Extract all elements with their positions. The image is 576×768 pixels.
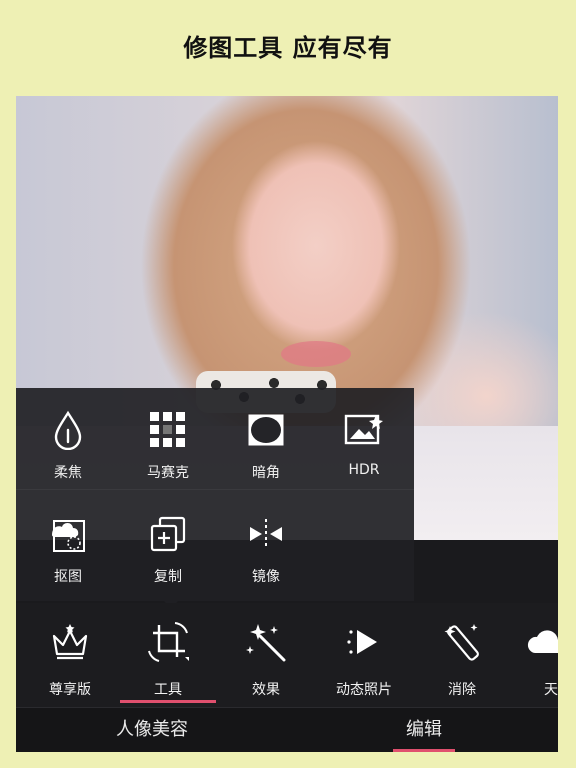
toolbar-item-tools[interactable]: 工具 <box>118 603 218 707</box>
tool-label: 镜像 <box>252 569 280 585</box>
tool-mirror[interactable]: 镜像 <box>216 492 316 592</box>
duplicate-icon <box>148 514 188 554</box>
toolbar-label: 动态照片 <box>336 682 392 698</box>
selected-indicator <box>120 700 216 703</box>
tool-label: 抠图 <box>54 569 82 585</box>
toolbar-item-premium[interactable]: 尊享版 <box>20 603 120 707</box>
toolbar-label: 消除 <box>448 682 476 698</box>
tab-edit[interactable]: 编辑 <box>324 708 524 752</box>
tool-label: HDR <box>348 462 380 478</box>
tool-duplicate[interactable]: 复制 <box>118 492 218 592</box>
tool-mosaic[interactable]: 马赛克 <box>118 388 218 488</box>
mosaic-icon <box>148 410 188 450</box>
toolbar-label: 尊享版 <box>49 682 91 698</box>
cloud-icon <box>524 619 558 665</box>
tool-label: 柔焦 <box>54 465 82 481</box>
app-screen: 柔焦 马赛克 暗角 HDR 抠图 复制 镜像 尊享版 工具 效果 动态照片 消除… <box>16 96 558 752</box>
tool-grid: 柔焦 马赛克 暗角 HDR 抠图 复制 镜像 <box>16 388 414 601</box>
toolbar-label: 工具 <box>154 682 182 698</box>
photo-detail-lips <box>281 341 351 367</box>
tool-popup: 柔焦 马赛克 暗角 HDR 抠图 复制 镜像 <box>16 388 414 601</box>
tool-label: 复制 <box>154 569 182 585</box>
toolbar-label: 效果 <box>252 682 280 698</box>
edit-toolbar: 尊享版 工具 效果 动态照片 消除 天 <box>16 603 558 707</box>
mirror-icon <box>246 514 286 554</box>
active-tab-indicator <box>393 749 455 752</box>
toolbar-item-effects[interactable]: 效果 <box>216 603 316 707</box>
play-icon <box>341 619 387 665</box>
headline: 修图工具 应有尽有 <box>183 34 393 62</box>
popup-divider <box>16 489 414 490</box>
eraser-wand-icon <box>439 619 485 665</box>
tool-hdr[interactable]: HDR <box>314 388 414 488</box>
tool-label: 暗角 <box>252 465 280 481</box>
toolbar-item-live-photo[interactable]: 动态照片 <box>314 603 414 707</box>
tab-portrait-beauty[interactable]: 人像美容 <box>52 708 252 752</box>
cutout-icon <box>48 514 88 554</box>
tool-label: 马赛克 <box>147 465 189 481</box>
tool-soft-focus[interactable]: 柔焦 <box>18 388 118 488</box>
vignette-icon <box>246 410 286 450</box>
tool-vignette[interactable]: 暗角 <box>216 388 316 488</box>
crop-rotate-icon <box>145 619 191 665</box>
tool-cutout[interactable]: 抠图 <box>18 492 118 592</box>
toolbar-label: 天 <box>544 682 558 698</box>
magic-wand-icon <box>243 619 289 665</box>
crown-icon <box>47 619 93 665</box>
hdr-icon <box>344 410 384 450</box>
toolbar-item-sky[interactable]: 天 <box>508 603 558 707</box>
bottom-nav: 人像美容 编辑 <box>16 707 558 752</box>
drop-icon <box>48 410 88 450</box>
toolbar-item-remove[interactable]: 消除 <box>412 603 512 707</box>
